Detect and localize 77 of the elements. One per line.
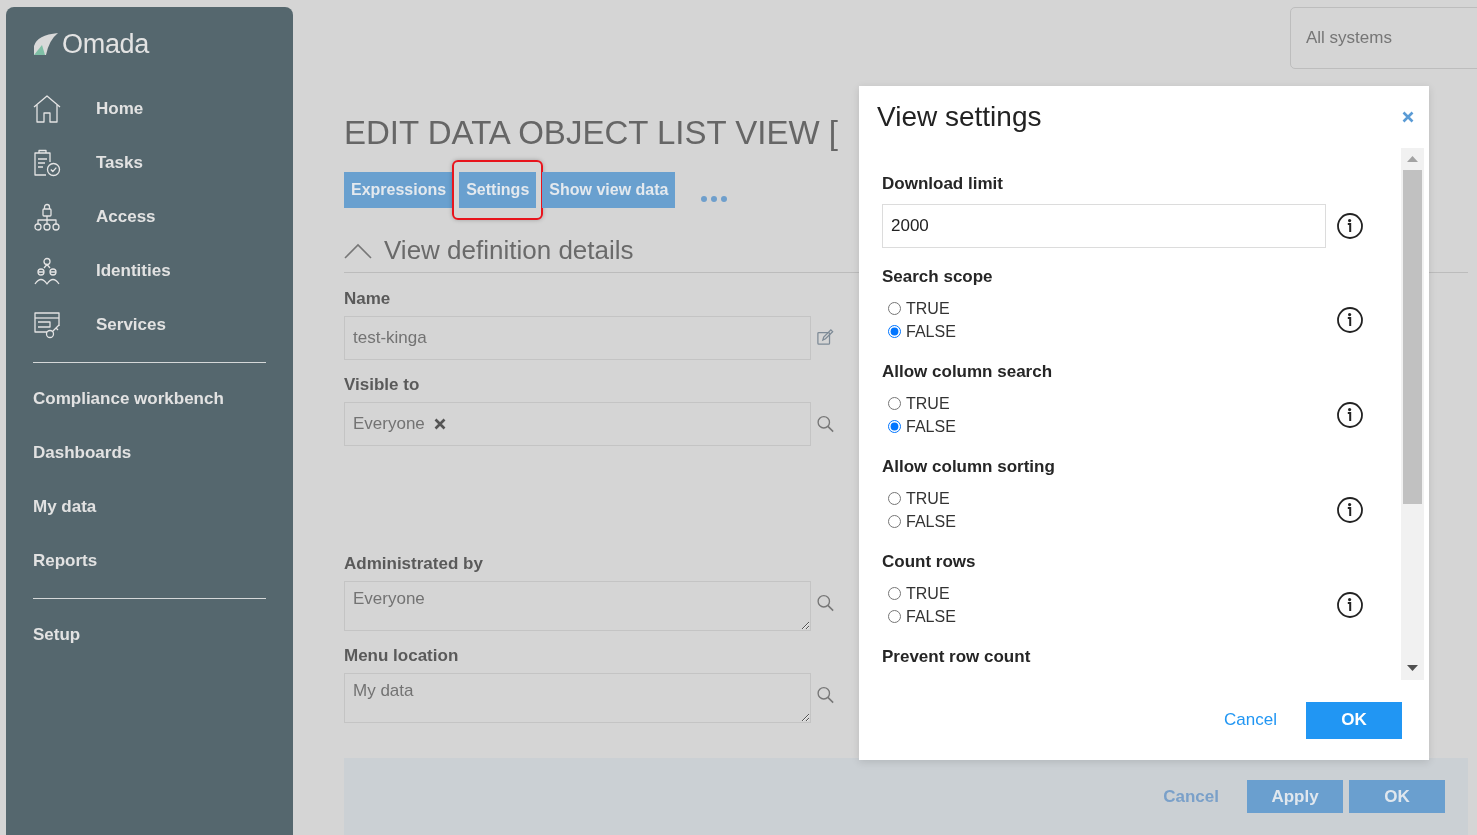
action-button[interactable]: Settings xyxy=(459,172,537,208)
footer-button[interactable]: OK xyxy=(1349,780,1445,813)
radio-button[interactable] xyxy=(888,515,901,528)
option-label: TRUE xyxy=(906,298,950,319)
setting-label: Allow column sorting xyxy=(882,456,1056,478)
logo-text[interactable]: Omada xyxy=(62,29,150,59)
people-network-icon xyxy=(33,257,61,285)
page-title: EDIT DATA OBJECT LIST VIEW [ xyxy=(344,113,838,153)
setting-label: Prevent row count xyxy=(882,646,1032,668)
info-icon[interactable] xyxy=(1337,213,1363,239)
clipboard-check-icon xyxy=(33,149,61,177)
close-icon[interactable] xyxy=(1402,111,1414,123)
picker-field[interactable]: Everyone xyxy=(344,402,811,446)
lock-hierarchy-icon xyxy=(33,203,61,231)
setting-label: Allow column search xyxy=(882,361,1054,383)
option-label: TRUE xyxy=(906,583,950,604)
nav-link[interactable]: Dashboards xyxy=(33,440,132,466)
search-icon[interactable] xyxy=(817,685,834,705)
nav-link[interactable]: Reports xyxy=(33,548,98,574)
field-label: Name xyxy=(344,288,392,310)
edit-icon[interactable] xyxy=(817,328,834,346)
info-icon[interactable] xyxy=(1337,592,1363,618)
radio-button[interactable] xyxy=(888,420,901,433)
radio-button[interactable] xyxy=(888,397,901,410)
dialog-title: View settings xyxy=(877,100,1042,134)
radio-button[interactable] xyxy=(888,610,901,623)
setting-label: Count rows xyxy=(882,551,977,573)
option-label: FALSE xyxy=(906,606,956,627)
nav-link[interactable]: Setup xyxy=(33,622,81,648)
logo-mark-icon xyxy=(33,32,59,56)
nav-link[interactable]: Access xyxy=(96,204,156,230)
house-icon xyxy=(33,95,61,123)
search-icon[interactable] xyxy=(817,593,834,613)
option-label: FALSE xyxy=(906,511,956,532)
info-icon[interactable] xyxy=(1337,497,1363,523)
text-field[interactable]: test-kinga xyxy=(344,316,811,360)
cancel-link[interactable]: Cancel xyxy=(1163,783,1219,810)
search-icon[interactable] xyxy=(817,414,834,434)
nav-link[interactable]: My data xyxy=(33,494,97,520)
remove-icon[interactable] xyxy=(433,418,446,430)
footer-button[interactable]: Apply xyxy=(1247,780,1343,813)
nav-link[interactable]: Home xyxy=(96,96,144,122)
action-button[interactable]: Show view data xyxy=(542,172,676,208)
field-label: Administrated by xyxy=(344,553,484,575)
radio-button[interactable] xyxy=(888,302,901,315)
chip-label: Everyone xyxy=(353,413,425,436)
chevron-up-icon[interactable] xyxy=(344,242,372,259)
nav-link[interactable]: Identities xyxy=(96,258,171,284)
option-label: FALSE xyxy=(906,321,956,342)
info-icon[interactable] xyxy=(1337,402,1363,428)
nav-link[interactable]: Services xyxy=(96,312,166,338)
section-title: View definition details xyxy=(384,234,634,267)
scrollbar-thumb[interactable] xyxy=(1403,170,1422,504)
field-label: Visible to xyxy=(344,374,421,396)
scroll-up-icon[interactable] xyxy=(1407,156,1418,162)
system-selector[interactable]: All systems xyxy=(1290,7,1477,69)
window-key-icon xyxy=(33,311,61,339)
info-icon[interactable] xyxy=(1337,307,1363,333)
ok-button[interactable]: OK xyxy=(1306,701,1402,739)
option-label: TRUE xyxy=(906,393,950,414)
option-label: FALSE xyxy=(906,416,956,437)
nav-link[interactable]: Tasks xyxy=(96,150,143,176)
setting-label: Search scope xyxy=(882,266,994,288)
nav-link[interactable]: Compliance workbench xyxy=(33,386,224,412)
setting-label: Download limit xyxy=(882,173,1004,195)
action-button[interactable]: Expressions xyxy=(344,172,454,208)
field-label: Menu location xyxy=(344,645,460,667)
radio-button[interactable] xyxy=(888,492,901,505)
text-area[interactable]: My data xyxy=(344,673,811,723)
number-field[interactable]: 2000 xyxy=(882,204,1326,248)
scroll-down-icon[interactable] xyxy=(1407,665,1418,671)
text-area[interactable]: Everyone xyxy=(344,581,811,631)
radio-button[interactable] xyxy=(888,587,901,600)
option-label: TRUE xyxy=(906,488,950,509)
scrollbar-track[interactable] xyxy=(1401,148,1424,680)
radio-button[interactable] xyxy=(888,325,901,338)
cancel-link[interactable]: Cancel xyxy=(1224,707,1277,733)
